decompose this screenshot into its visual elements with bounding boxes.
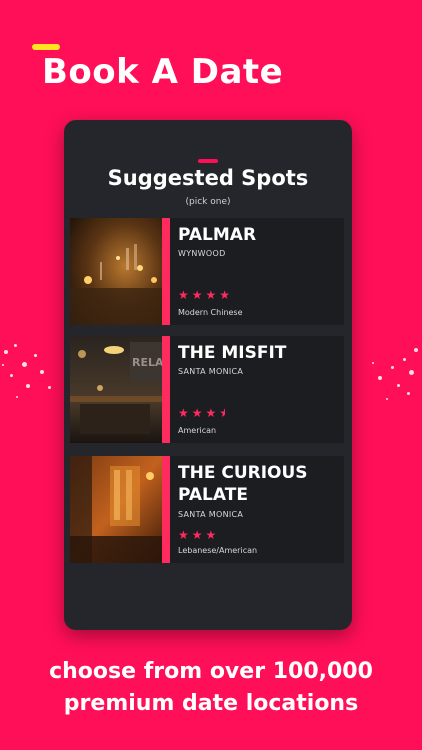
page-title: Book A Date (42, 52, 284, 92)
spot-cuisine: Lebanese/American (178, 546, 258, 555)
footer-line-1: choose from over 100,000 (49, 659, 373, 684)
star-rating: ★★★ (178, 528, 219, 542)
spot-location: WYNWOOD (178, 249, 226, 258)
card-accent-bar (162, 218, 170, 325)
spot-card-palmar[interactable]: PALMAR WYNWOOD ★★★★ Modern Chinese (70, 218, 344, 325)
star-icon: ★ (178, 406, 192, 420)
star-icon: ★ (191, 288, 206, 302)
svg-text:RELAX: RELAX (132, 356, 162, 369)
half-star-icon: ★ (219, 406, 225, 420)
sparkle-decoration-left (0, 340, 60, 410)
star-icon: ★ (178, 528, 192, 542)
spot-location: SANTA MONICA (178, 367, 244, 376)
footer-line-2: premium date locations (63, 691, 359, 716)
footer-tagline: choose from over 100,000 premium date lo… (0, 656, 422, 720)
star-rating: ★★★★ (178, 288, 233, 302)
star-icon: ★ (178, 288, 192, 302)
screen-subtitle: (pick one) (185, 197, 231, 207)
star-icon: ★ (205, 288, 220, 302)
spot-location: SANTA MONICA (178, 510, 244, 519)
star-icon: ★ (205, 406, 220, 420)
restaurant-candlelit-tables-photo (70, 218, 162, 325)
star-icon: ★ (191, 528, 206, 542)
spot-name: THE MISFIT (178, 343, 287, 363)
phone-screen: Suggested Spots (pick one) PALMAR WYNWOO (64, 120, 352, 630)
spot-cuisine: Modern Chinese (178, 308, 243, 317)
spot-name: PALMAR (178, 225, 257, 245)
star-rating: ★★★★ (178, 406, 225, 420)
card-accent-bar (162, 456, 170, 563)
restaurant-relax-sign-bar-photo: RELAX (70, 336, 162, 443)
card-accent-bar (162, 336, 170, 443)
header-accent-line (32, 44, 60, 50)
spot-card-the-misfit[interactable]: RELAX THE MISFIT SANTA MONICA ★★★★ Ameri… (70, 336, 344, 443)
spot-name: THE CURIOUS PALATE (178, 463, 308, 505)
spot-card-the-curious-palate[interactable]: THE CURIOUS PALATE SANTA MONICA ★★★ Leba… (70, 456, 344, 563)
screen-title: Suggested Spots (107, 166, 309, 190)
screen-accent-line (198, 159, 218, 163)
star-icon: ★ (205, 528, 220, 542)
restaurant-warm-interior-photo (70, 456, 162, 563)
star-icon: ★ (191, 406, 206, 420)
spot-cuisine: American (178, 426, 217, 435)
star-icon: ★ (219, 288, 234, 302)
sparkle-decoration-right (362, 340, 422, 410)
